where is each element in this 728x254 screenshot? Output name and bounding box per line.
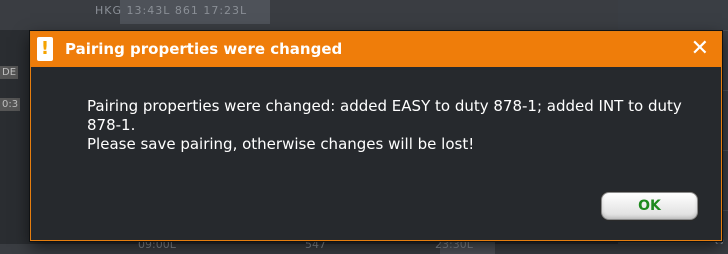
background-top-text: HKG 13:43L 861 17:23L [95, 4, 248, 17]
warning-icon: ! [37, 37, 53, 61]
dialog-titlebar: ! Pairing properties were changed ✕ [31, 32, 721, 67]
dialog-title: Pairing properties were changed [65, 40, 343, 58]
pairing-changed-dialog: ! Pairing properties were changed ✕ Pair… [30, 31, 722, 241]
background-left-label: DE [0, 66, 19, 79]
dialog-message: Pairing properties were changed: added E… [87, 97, 712, 154]
background-bottom-bar [0, 244, 728, 254]
message-line: Please save pairing, otherwise changes w… [87, 135, 475, 153]
close-icon[interactable]: ✕ [691, 36, 709, 62]
message-line: Pairing properties were changed: added E… [87, 97, 682, 134]
ok-button[interactable]: OK [601, 192, 698, 220]
background-left-label: 0:3 [0, 98, 21, 111]
